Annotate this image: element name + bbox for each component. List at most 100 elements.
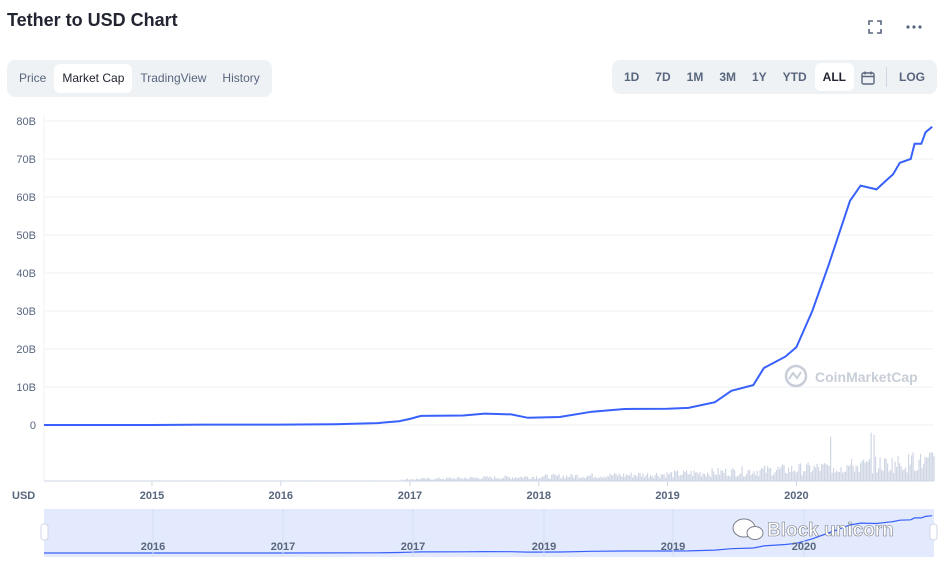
volume-bar: [683, 470, 685, 481]
volume-bar: [728, 475, 730, 481]
volume-bar: [873, 435, 875, 481]
volume-bar: [494, 476, 496, 481]
volume-bar: [519, 476, 521, 481]
volume-bar: [806, 464, 808, 481]
volume-bar: [762, 468, 764, 481]
volume-bar: [861, 460, 863, 481]
volume-bar: [572, 475, 574, 481]
y-tick-label: 60B: [16, 192, 36, 204]
volume-bar: [470, 476, 472, 481]
volume-bar: [609, 473, 611, 481]
volume-bar: [833, 468, 835, 481]
volume-bar: [641, 476, 643, 481]
volume-bar: [752, 473, 754, 481]
volume-bar: [911, 455, 913, 481]
volume-bar: [878, 468, 880, 481]
volume-bar: [663, 473, 665, 481]
volume-bar: [767, 466, 769, 481]
volume-bar: [588, 475, 590, 481]
volume-bar: [884, 458, 886, 481]
volume-bar: [662, 474, 664, 481]
volume-bar: [650, 475, 652, 481]
volume-bar: [656, 472, 658, 481]
volume-bar: [575, 475, 577, 481]
volume-bar: [632, 477, 634, 481]
volume-bar: [543, 475, 545, 481]
volume-bar: [852, 466, 854, 481]
volume-bar: [681, 474, 683, 481]
volume-bar: [768, 468, 770, 481]
volume-bar: [699, 471, 701, 481]
navigator-left-handle[interactable]: [40, 523, 49, 541]
navigator-right-handle[interactable]: [929, 523, 938, 541]
volume-bar: [824, 463, 826, 481]
volume-bar: [897, 456, 899, 481]
y-tick-label: 10B: [16, 382, 36, 394]
volume-bar: [629, 475, 631, 481]
volume-bar: [792, 471, 794, 481]
volume-bar: [831, 472, 833, 481]
volume-bar: [627, 475, 629, 481]
volume-bar: [732, 468, 734, 481]
volume-bar: [836, 470, 838, 481]
volume-bar: [924, 456, 926, 481]
market-cap-line: [44, 125, 933, 426]
volume-bar: [672, 477, 674, 481]
volume-bar: [626, 474, 628, 481]
volume-bar: [744, 476, 746, 481]
volume-bar: [755, 475, 757, 481]
market-cap-chart: 80B70B60B50B40B30B20B10B0 2015 2016 2017 20…: [12, 115, 938, 557]
volume-bar: [872, 473, 874, 481]
volume-bar: [695, 472, 697, 481]
volume-bar: [723, 473, 725, 481]
volume-bar: [485, 476, 487, 481]
volume-bar: [671, 472, 673, 481]
volume-bar: [782, 464, 784, 481]
navigator-tick-label: 2019: [661, 541, 685, 553]
volume-bar: [612, 475, 614, 481]
volume-bar: [857, 466, 859, 481]
volume-bar: [563, 475, 565, 481]
volume-bar: [714, 474, 716, 481]
volume-bar: [678, 475, 680, 481]
navigator-tick-label: 2020: [792, 541, 816, 553]
volume-bar: [707, 472, 709, 481]
volume-bar: [908, 454, 910, 481]
volume-bar: [590, 475, 592, 481]
volume-bar: [816, 463, 818, 481]
volume-bar: [807, 462, 809, 481]
volume-bar: [747, 470, 749, 481]
volume-bar: [623, 473, 625, 481]
volume-bar: [594, 476, 596, 481]
volume-bar: [891, 458, 893, 481]
volume-bar: [731, 469, 733, 481]
volume-bar: [741, 466, 743, 481]
volume-bar: [702, 473, 704, 481]
volume-bar: [749, 469, 751, 481]
volume-bar: [438, 477, 440, 481]
volume-bar: [686, 470, 688, 481]
volume-bar: [867, 461, 869, 481]
volume-bar: [743, 476, 745, 481]
volume-bar: [804, 471, 806, 481]
volume-bar: [603, 476, 605, 481]
volume-bar: [654, 474, 656, 481]
volume-bar: [770, 467, 772, 481]
volume-bar: [458, 476, 460, 481]
volume-bar: [638, 472, 640, 481]
volume-bar: [789, 472, 791, 481]
volume-bar: [684, 472, 686, 481]
volume-bar: [825, 464, 827, 481]
volume-bar: [614, 472, 616, 481]
volume-bar: [894, 461, 896, 481]
volume-bar: [726, 475, 728, 481]
volume-bar: [932, 452, 934, 481]
volume-bar: [674, 470, 676, 481]
volume-bar: [705, 476, 707, 481]
volume-bar: [794, 470, 796, 481]
volume-bar: [617, 476, 619, 481]
volume-bar: [669, 472, 671, 481]
volume-bar: [933, 456, 935, 481]
y-tick-label: 70B: [16, 154, 36, 166]
volume-bar: [915, 471, 917, 481]
